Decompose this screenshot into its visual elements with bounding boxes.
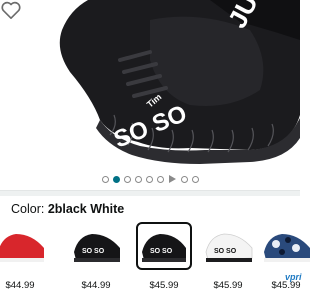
carousel-dot[interactable] <box>134 175 142 183</box>
color-swatch-white[interactable]: SO SO $45.99 <box>200 222 256 296</box>
product-image[interactable]: JUS SO SO Tim <box>0 0 300 170</box>
swatch-image <box>0 222 48 270</box>
carousel-dot[interactable] <box>123 175 131 183</box>
color-label: Color: <box>11 202 45 216</box>
swatch-image: SO SO <box>136 222 192 270</box>
swatch-image: SO SO <box>68 222 124 270</box>
play-icon[interactable] <box>168 175 176 183</box>
carousel-dot[interactable] <box>145 175 153 183</box>
carousel-dot[interactable] <box>156 175 164 183</box>
color-swatch-2black-white[interactable]: SO SO $45.99 <box>136 222 192 296</box>
color-swatch-blue-camo[interactable]: $45.99 <box>258 222 314 296</box>
svg-text:SO SO: SO SO <box>82 248 105 255</box>
color-selection-label: Color: 2black White <box>11 202 124 216</box>
favorite-heart-icon[interactable] <box>0 0 22 20</box>
swatch-price: $44.99 <box>5 280 35 291</box>
selected-color-value: 2black White <box>47 202 125 216</box>
swatch-image: SO SO <box>200 222 256 270</box>
svg-text:SO SO: SO SO <box>150 248 173 255</box>
swatch-price: $45.99 <box>149 280 179 291</box>
svg-text:SO SO: SO SO <box>214 248 237 255</box>
carousel-dot[interactable] <box>191 175 199 183</box>
swatch-image <box>258 222 314 270</box>
carousel-dot[interactable] <box>180 175 188 183</box>
carousel-dot-active[interactable] <box>112 175 120 183</box>
color-swatch-list: $44.99 SO SO $44.99 SO SO $45.99 SO SO $… <box>0 222 314 300</box>
image-carousel-indicators <box>0 172 300 186</box>
carousel-dot[interactable] <box>101 175 109 183</box>
prime-badge: vpri <box>285 272 302 282</box>
swatch-price: $44.99 <box>81 280 111 291</box>
section-divider <box>0 190 300 196</box>
swatch-price: $45.99 <box>213 280 243 291</box>
color-swatch-black[interactable]: SO SO $44.99 <box>68 222 124 296</box>
color-swatch-red[interactable]: $44.99 <box>0 222 48 296</box>
